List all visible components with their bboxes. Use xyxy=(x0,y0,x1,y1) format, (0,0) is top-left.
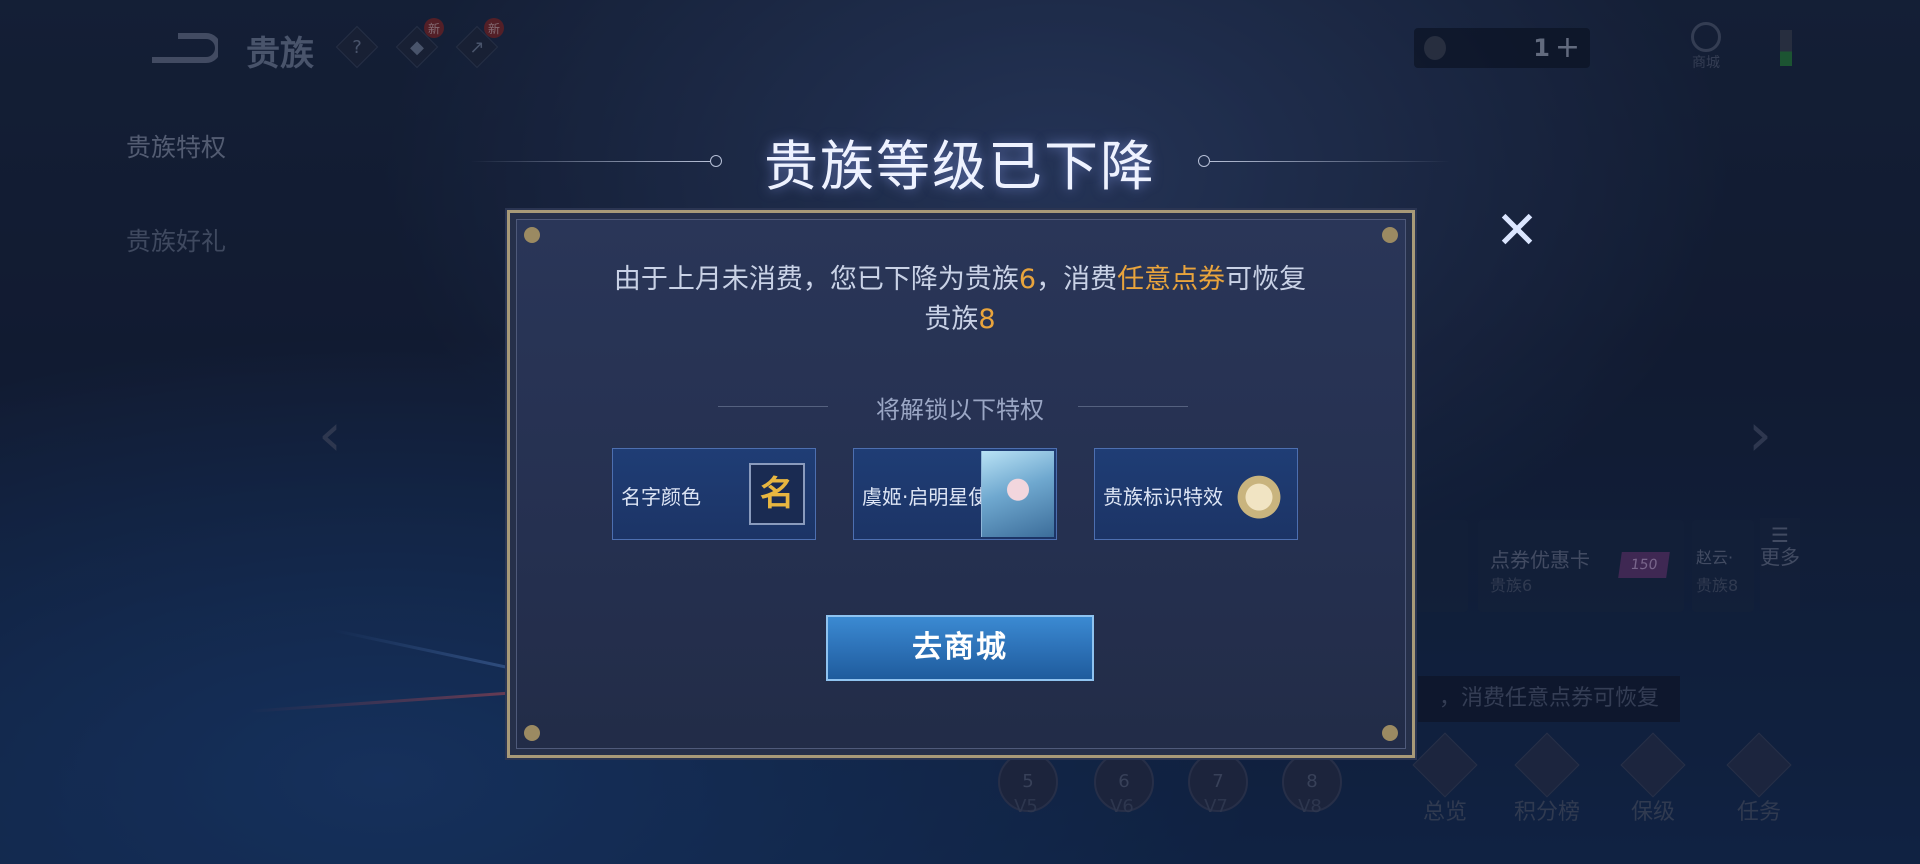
corner-ornament xyxy=(524,725,540,741)
name-color-icon: 名 xyxy=(749,463,805,525)
message-text: 贵族 xyxy=(924,304,979,335)
heading-divider xyxy=(1210,161,1450,162)
message-text: ，消费 xyxy=(1036,264,1118,295)
privilege-card-name-color: 名字颜色 名 xyxy=(612,448,816,540)
highlight-text: 任意点券 xyxy=(1117,264,1226,295)
corner-ornament xyxy=(524,227,540,243)
restore-level: 8 xyxy=(978,304,996,335)
skin-portrait-icon xyxy=(981,451,1054,537)
message-text: 由于上月未消费，您已下降为贵族 xyxy=(613,264,1019,295)
privilege-card-skin: 虞姬·启明星使 xyxy=(853,448,1057,540)
heading-ornament xyxy=(1198,155,1210,167)
corner-ornament xyxy=(1382,227,1398,243)
close-button[interactable]: ✕ xyxy=(1492,205,1542,257)
noble-crest-icon xyxy=(1231,463,1287,525)
current-level: 6 xyxy=(1018,264,1037,295)
subheading-divider xyxy=(1078,406,1188,407)
message-text: 可恢复 xyxy=(1225,264,1307,295)
go-to-shop-button[interactable]: 去商城 xyxy=(826,615,1094,681)
dialog-message: 由于上月未消费，您已下降为贵族6，消费任意点券可恢复 贵族8 xyxy=(560,260,1360,340)
dialog-title: 贵族等级已下降 xyxy=(764,135,1156,198)
privilege-label: 贵族标识特效 xyxy=(1103,485,1223,509)
privilege-card-badge-effect: 贵族标识特效 xyxy=(1094,448,1298,540)
unlock-heading: 将解锁以下特权 xyxy=(876,396,1044,424)
privilege-label: 虞姬·启明星使 xyxy=(862,485,989,509)
privilege-label: 名字颜色 xyxy=(621,485,701,509)
corner-ornament xyxy=(1382,725,1398,741)
